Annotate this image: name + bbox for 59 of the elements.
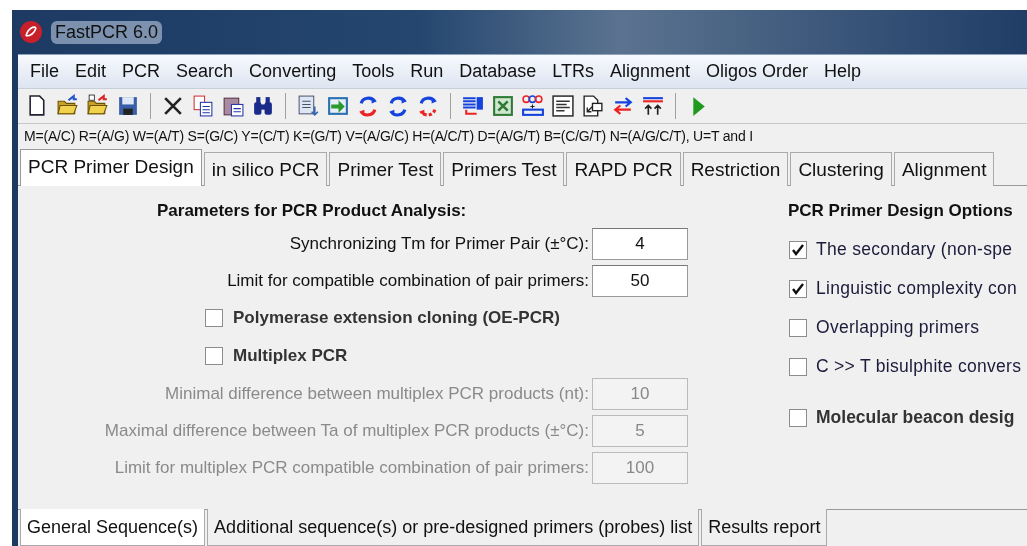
checkbox[interactable] xyxy=(789,357,807,376)
dna-icon[interactable] xyxy=(521,94,545,118)
menu-item[interactable]: File xyxy=(22,61,67,82)
menu-item[interactable]: Oligos Order xyxy=(698,61,817,82)
menu-item[interactable]: Database xyxy=(451,61,545,82)
tab[interactable]: General Sequence(s) xyxy=(20,509,206,546)
section-heading: Parameters for PCR Product Analysis: xyxy=(157,201,468,221)
number-field[interactable]: 4 xyxy=(592,227,688,260)
menu-item[interactable]: Alignment xyxy=(601,61,698,82)
document-export-icon[interactable] xyxy=(581,94,605,118)
checkbox[interactable] xyxy=(789,279,807,298)
tab[interactable]: Additional sequence(s) or pre-designed primers (probes) list xyxy=(207,509,700,546)
field-label: Limit for multiplex PCR compatible combination of pair primers: xyxy=(114,457,589,478)
tab[interactable]: PCR Primer Design xyxy=(20,149,202,186)
tab[interactable]: Primer Test xyxy=(329,152,442,186)
tab[interactable]: in silico PCR xyxy=(203,152,328,186)
menu-item[interactable]: PCR xyxy=(114,61,169,82)
tab[interactable]: Alignment xyxy=(893,152,995,186)
field-label: Minimal difference between multiplex PCR products (nt): xyxy=(165,383,589,404)
tab[interactable]: Clustering xyxy=(790,152,892,186)
checkbox-label: Polymerase extension cloning (OE-PCR) xyxy=(233,308,560,328)
menu-item[interactable]: Converting xyxy=(241,61,345,82)
checkbox-label: Multiplex PCR xyxy=(233,346,348,366)
document-list-icon[interactable] xyxy=(296,94,320,118)
checkbox-label: The secondary (non-spe xyxy=(816,239,1013,260)
field-label: Maximal difference between Ta of multiplex PCR products (±°C): xyxy=(104,420,589,441)
field-label: Synchronizing Tm for Primer Pair (±°C): xyxy=(289,233,589,254)
menu-item[interactable]: Help xyxy=(816,61,870,82)
primer-arrows-icon[interactable] xyxy=(641,94,665,118)
binoculars-icon[interactable] xyxy=(251,94,275,118)
checkbox[interactable] xyxy=(789,408,807,427)
field-label: Limit for compatible combination of pair primers: xyxy=(227,270,589,291)
spreadsheet-icon[interactable] xyxy=(491,94,515,118)
tab[interactable]: RAPD PCR xyxy=(566,152,681,186)
checkbox[interactable] xyxy=(789,240,807,259)
menu-item[interactable]: Search xyxy=(168,61,242,82)
menu-item[interactable]: Run xyxy=(402,61,452,82)
checkbox[interactable] xyxy=(205,309,223,327)
checkbox-label: C >> T bisulphite convers xyxy=(816,356,1022,377)
iupac-codes-text: M=(A/C) R=(A/G) W=(A/T) S=(G/C) Y=(C/T) K=(G/T) V=(A/G/C) H=(A/C/T) D=(A/G/T) B=(C/G/T) N=(A/G/C/T), U=T and I xyxy=(23,127,754,146)
checkbox-label: Molecular beacon desig xyxy=(816,407,1015,428)
window-title: FastPCR 6.0 xyxy=(51,20,163,44)
save-icon[interactable] xyxy=(116,94,140,118)
section-heading: PCR Primer Design Options xyxy=(788,201,1014,221)
number-field[interactable]: 50 xyxy=(592,264,688,297)
menu-item[interactable]: Edit xyxy=(67,61,115,82)
app-logo-icon xyxy=(19,20,43,44)
copy-icon[interactable] xyxy=(191,94,215,118)
tab[interactable]: Primers Test xyxy=(443,152,565,186)
tab[interactable]: Results report xyxy=(701,509,828,546)
tab[interactable]: Restriction xyxy=(682,152,789,186)
checkbox-label: Linguistic complexity con xyxy=(816,278,1018,299)
text-document-icon[interactable] xyxy=(551,94,575,118)
menu-item[interactable]: LTRs xyxy=(544,61,602,82)
list-arrow-icon[interactable] xyxy=(461,94,485,118)
checkbox-label: Overlapping primers xyxy=(816,317,980,338)
checkbox[interactable] xyxy=(205,347,223,365)
checkbox[interactable] xyxy=(789,318,807,337)
menu-item[interactable]: Tools xyxy=(344,61,403,82)
